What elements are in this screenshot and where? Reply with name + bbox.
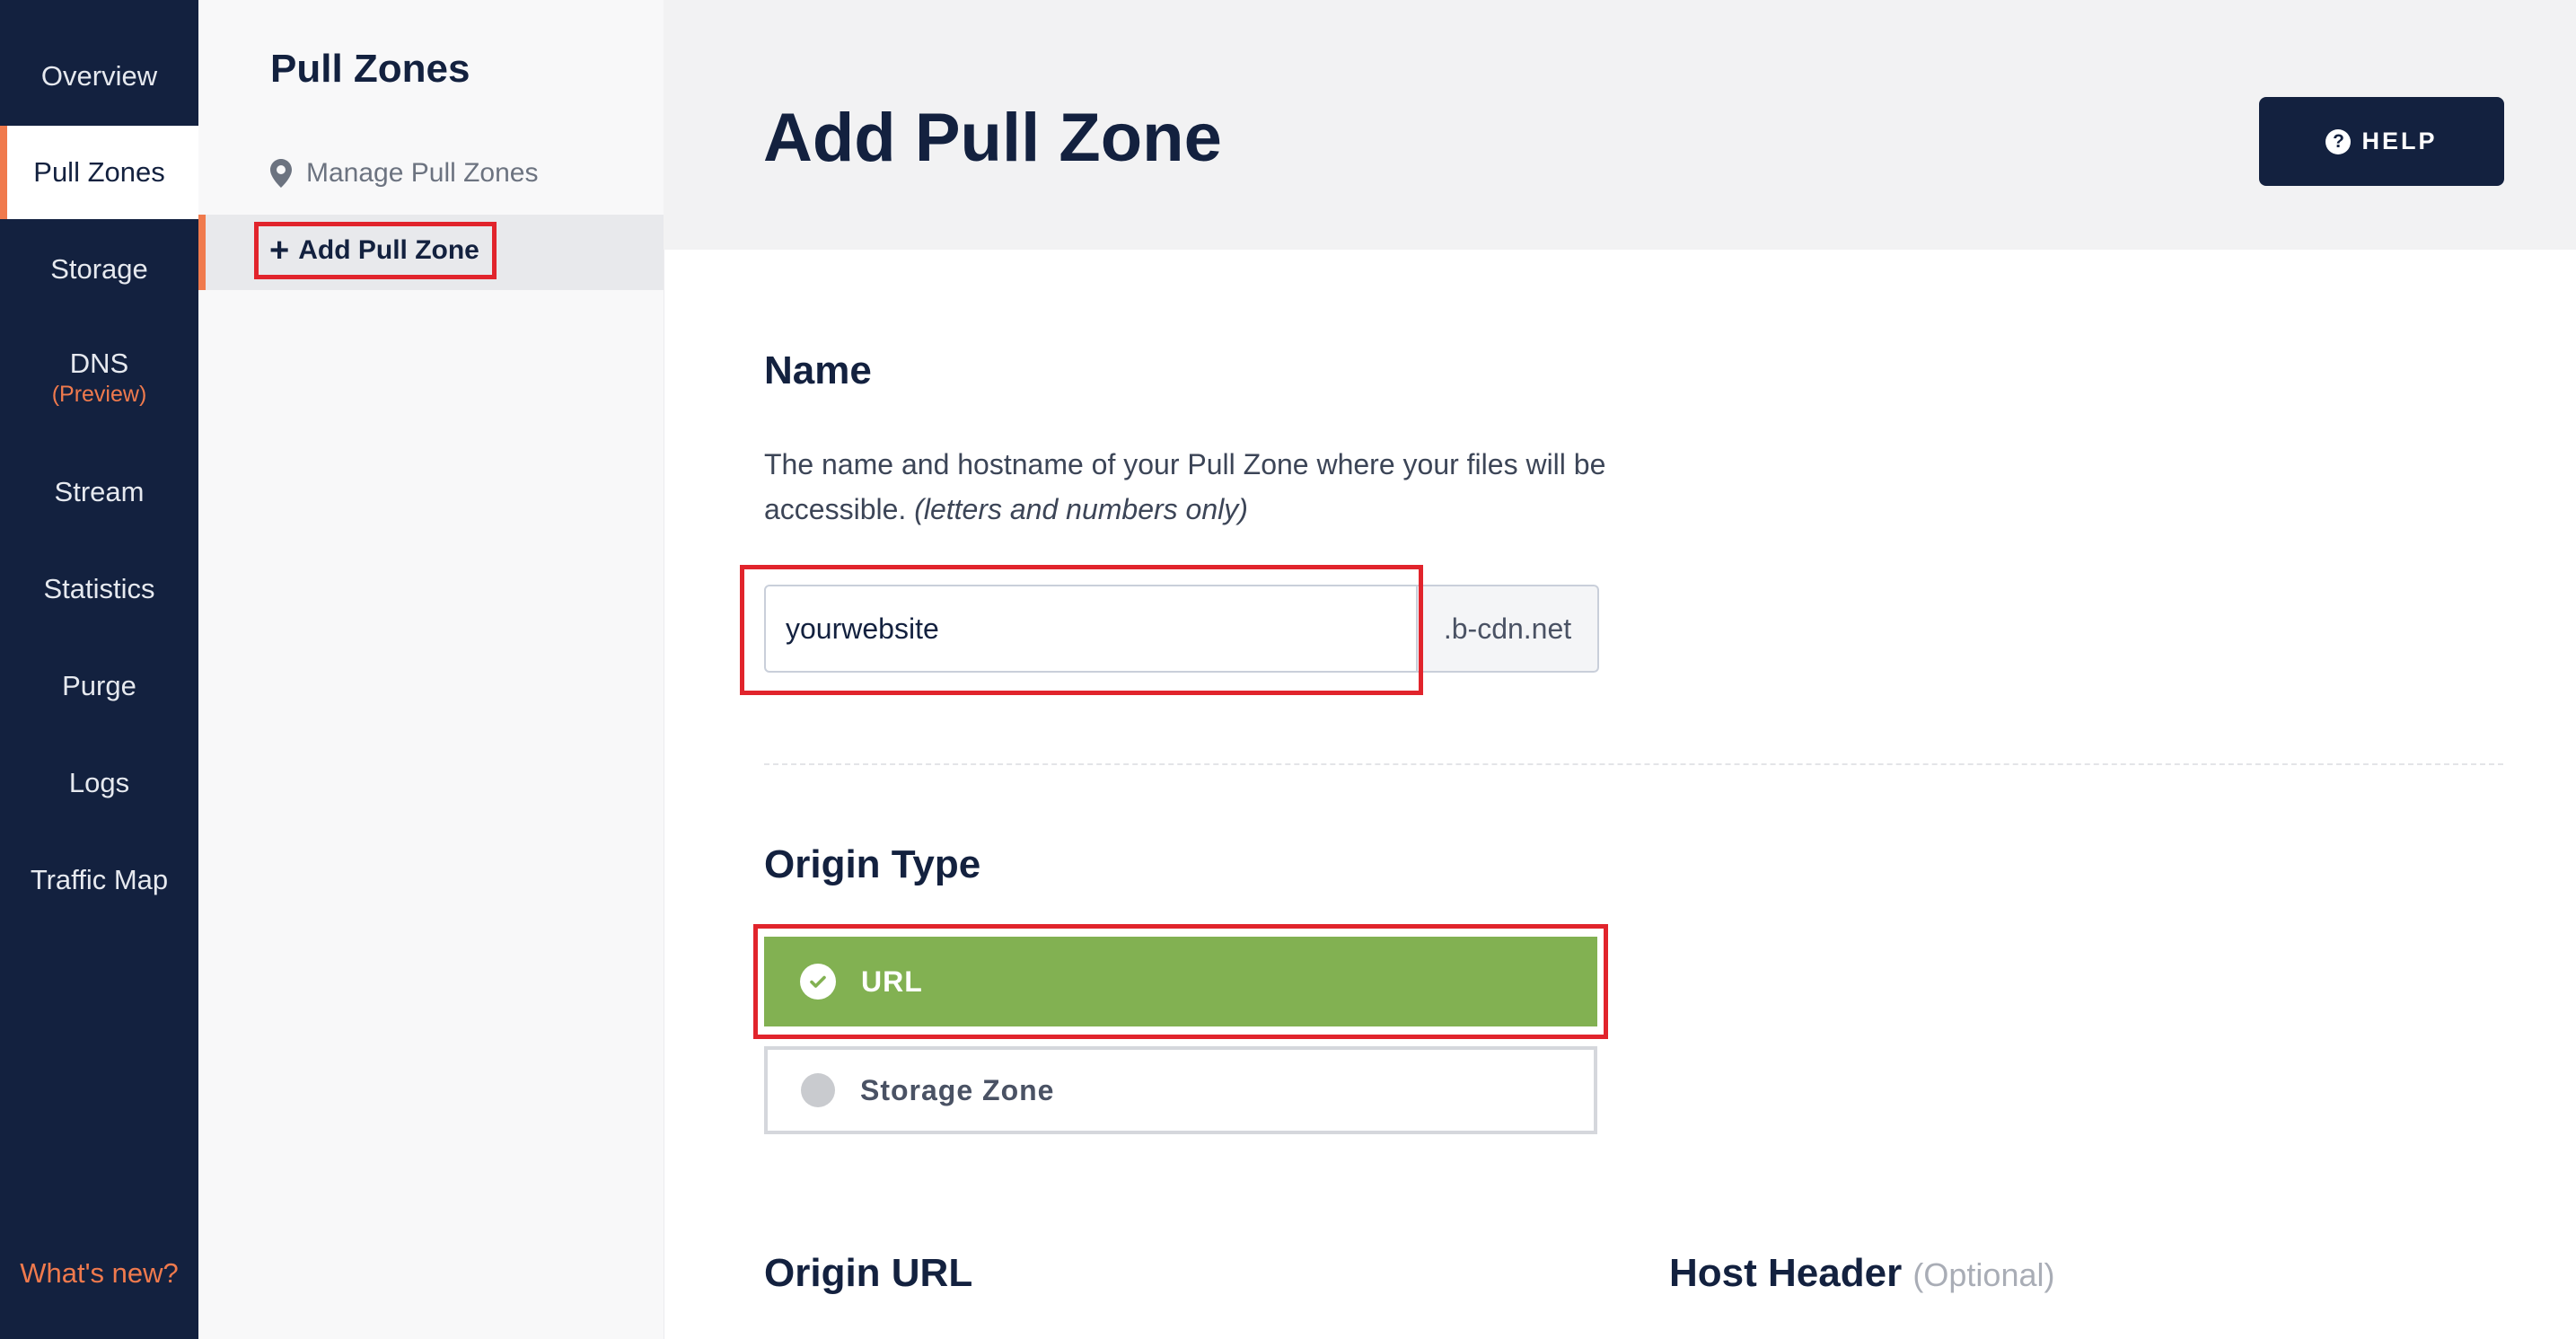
nav-item-pull-zones[interactable]: Pull Zones <box>0 126 198 219</box>
subnav-title: Pull Zones <box>270 47 470 91</box>
host-header-label: Host Header <box>1669 1251 1903 1295</box>
nav-item-label: Stream <box>54 476 145 507</box>
nav-item-label: DNS <box>69 347 129 379</box>
nav-item-purge[interactable]: Purge <box>0 639 198 733</box>
nav-item-overview[interactable]: Overview <box>0 30 198 123</box>
name-description: The name and hostname of your Pull Zone … <box>764 442 1617 532</box>
name-section-title: Name <box>764 348 872 392</box>
page-header: Add Pull Zone ? HELP <box>664 0 2576 250</box>
manage-pull-zones-link[interactable]: Manage Pull Zones <box>270 158 539 189</box>
storage-zone-option-label: Storage Zone <box>860 1073 1055 1106</box>
add-pull-zone-label: Add Pull Zone <box>298 235 479 265</box>
nav-item-statistics[interactable]: Statistics <box>0 542 198 636</box>
section-divider <box>764 763 2503 765</box>
nav-item-label: Statistics <box>43 573 155 604</box>
page-title: Add Pull Zone <box>763 100 1222 176</box>
optional-label: (Optional) <box>1912 1256 2055 1293</box>
nav-item-label: Overview <box>40 60 158 92</box>
name-input-highlight <box>740 565 1423 695</box>
nav-item-label: Traffic Map <box>30 864 169 895</box>
nav-item-traffic-map[interactable]: Traffic Map <box>0 833 198 927</box>
name-description-note: (letters and numbers only) <box>914 493 1248 525</box>
hostname-suffix: .b-cdn.net <box>1418 585 1599 673</box>
origin-type-title: Origin Type <box>764 842 981 886</box>
nav-item-storage[interactable]: Storage <box>0 223 198 316</box>
origin-url-title: Origin URL <box>764 1251 973 1295</box>
nav-item-label: Storage <box>50 253 148 285</box>
location-pin-icon <box>270 159 292 188</box>
host-header-title: Host Header (Optional) <box>1669 1251 2054 1296</box>
nav-item-logs[interactable]: Logs <box>0 736 198 830</box>
help-button[interactable]: ? HELP <box>2259 97 2504 186</box>
add-pull-zone-link[interactable]: + Add Pull Zone <box>254 222 497 279</box>
nav-item-label: Logs <box>68 767 130 798</box>
manage-pull-zones-label: Manage Pull Zones <box>306 158 539 188</box>
nav-item-dns[interactable]: DNS (Preview) <box>0 330 198 424</box>
help-label: HELP <box>2361 128 2438 154</box>
nav-item-stream[interactable]: Stream <box>0 445 198 539</box>
origin-url-highlight <box>753 924 1608 1039</box>
preview-badge: (Preview) <box>51 381 147 407</box>
subnav-item-add-pull-zone[interactable]: + Add Pull Zone <box>198 215 664 290</box>
origin-type-storage-zone-option[interactable]: Storage Zone <box>764 1046 1597 1134</box>
question-icon: ? <box>2325 128 2352 154</box>
nav-item-label: Pull Zones <box>33 156 165 188</box>
nav-item-label: Purge <box>62 670 136 701</box>
whats-new-link[interactable]: What's new? <box>0 1257 198 1290</box>
plus-icon: + <box>269 232 290 269</box>
pull-zones-subnav: Pull Zones Manage Pull Zones + Add Pull … <box>198 0 664 1339</box>
main-nav: Overview Pull Zones Storage DNS (Preview… <box>0 0 198 1339</box>
radio-unselected-icon <box>801 1073 835 1107</box>
